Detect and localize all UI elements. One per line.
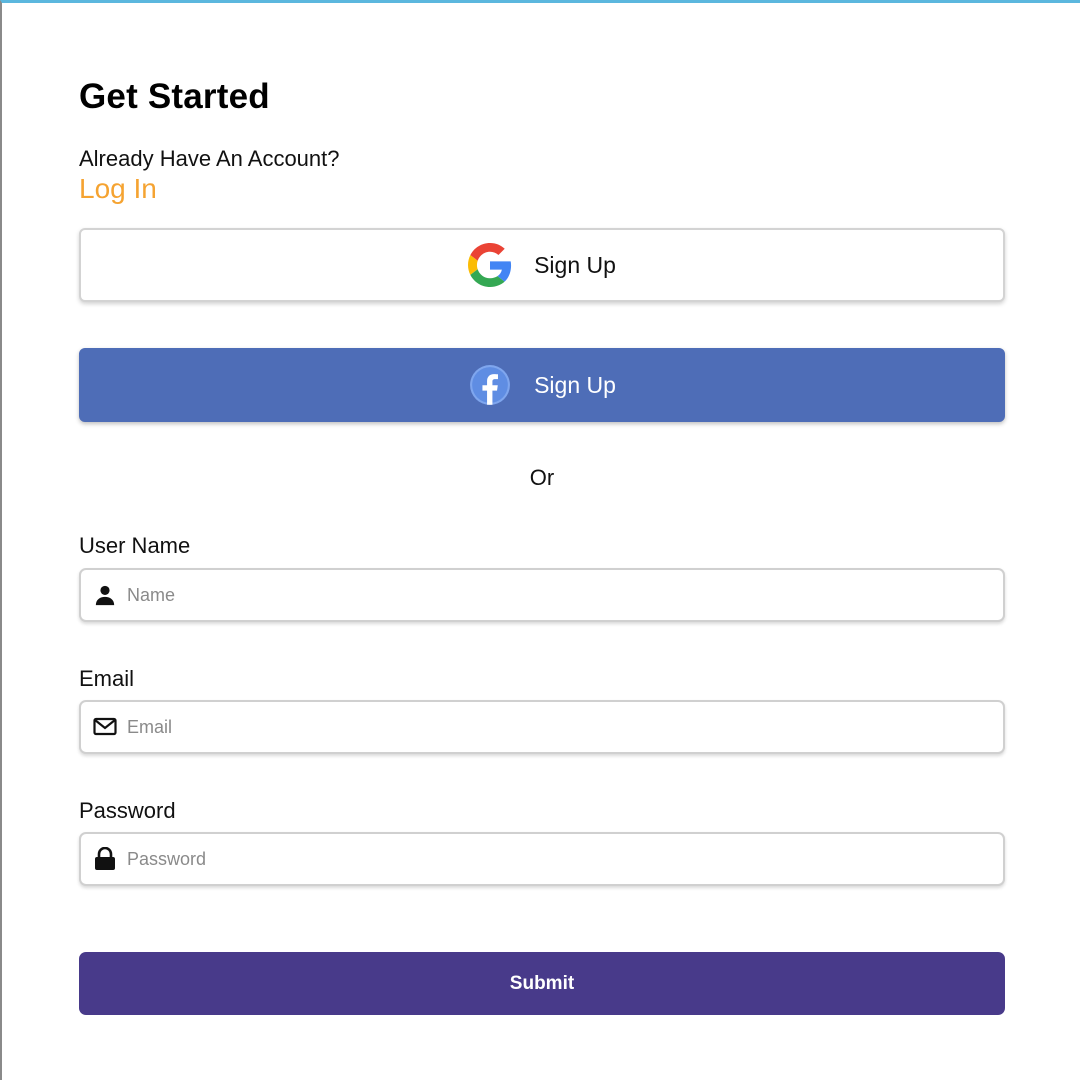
email-label: Email — [79, 666, 135, 691]
facebook-signup-button[interactable]: Sign Up — [79, 348, 1005, 422]
username-input[interactable] — [127, 570, 1003, 620]
username-field-container — [79, 568, 1005, 622]
username-label: User Name — [79, 533, 191, 558]
email-input[interactable] — [127, 702, 1003, 752]
password-field-container — [79, 832, 1005, 886]
password-input[interactable] — [127, 834, 1003, 884]
lock-icon — [93, 847, 117, 871]
account-prompt: Already Have An Account? — [79, 146, 340, 171]
page-title: Get Started — [79, 77, 270, 116]
or-divider: Or — [529, 465, 555, 490]
login-link[interactable]: Log In — [79, 173, 157, 205]
submit-button[interactable]: Submit — [79, 952, 1005, 1015]
facebook-icon — [468, 363, 512, 407]
google-signup-button[interactable]: Sign Up — [79, 228, 1005, 302]
user-icon — [93, 583, 117, 607]
email-field-container — [79, 700, 1005, 754]
signup-page: Get Started Already Have An Account? Log… — [0, 0, 1080, 1080]
google-signup-label: Sign Up — [534, 251, 616, 278]
envelope-icon — [93, 715, 117, 739]
password-label: Password — [79, 798, 176, 823]
facebook-signup-label: Sign Up — [534, 371, 616, 398]
google-icon — [468, 243, 512, 287]
